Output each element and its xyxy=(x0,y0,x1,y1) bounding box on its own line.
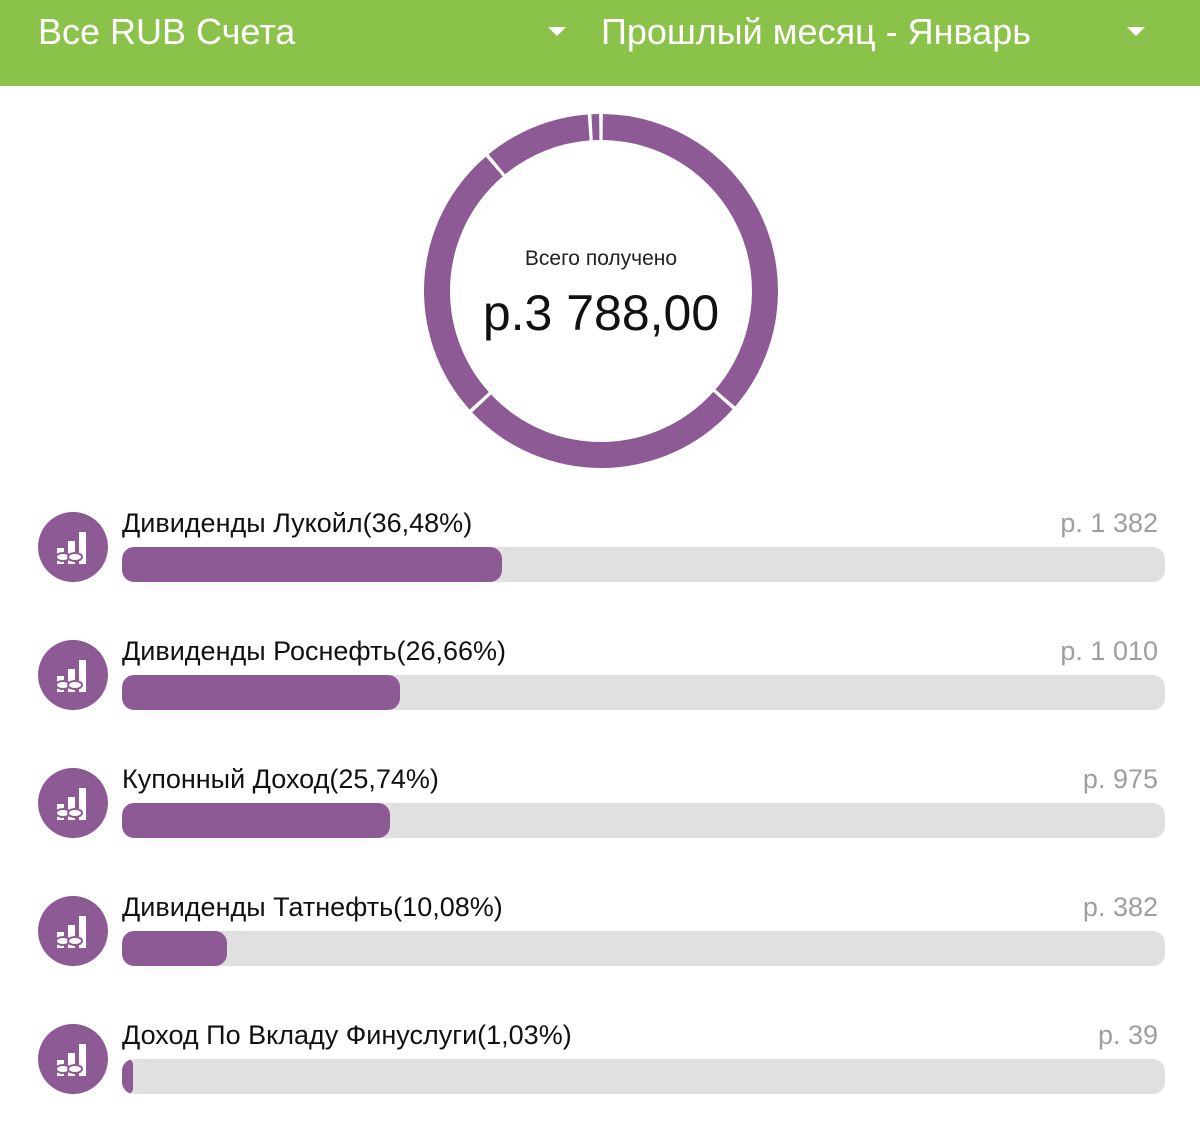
category-progress-fill xyxy=(122,547,502,582)
category-progress-track xyxy=(122,803,1165,838)
period-dropdown-label: Прошлый месяц - Январь xyxy=(601,11,1032,52)
chevron-down-icon xyxy=(548,27,566,36)
total-received-label: Всего получено xyxy=(524,247,678,270)
category-progress-track xyxy=(122,675,1165,710)
category-progress-track xyxy=(122,547,1165,582)
category-progress-fill xyxy=(122,1059,133,1094)
category-row[interactable]: Доход По Вкладу Финуслуги(1,03%) р. 39 xyxy=(0,1012,1200,1140)
donut-center: Всего получено р.3 788,00 xyxy=(424,114,778,468)
income-donut-chart[interactable]: Всего получено р.3 788,00 xyxy=(424,114,778,468)
category-name: Купонный Доход(25,74%) xyxy=(122,764,439,794)
period-dropdown[interactable]: Прошлый месяц - Январь xyxy=(601,0,1157,64)
top-bar: Все RUB Счета Прошлый месяц - Январь xyxy=(0,0,1200,86)
category-amount: р. 382 xyxy=(1082,892,1158,922)
category-row[interactable]: Купонный Доход(25,74%) р. 975 xyxy=(0,756,1200,884)
category-progress-track xyxy=(122,1059,1165,1094)
category-amount: р. 39 xyxy=(1097,1020,1158,1050)
accounts-dropdown[interactable]: Все RUB Счета xyxy=(38,0,578,64)
income-chart-icon xyxy=(38,512,108,582)
category-progress-fill xyxy=(122,931,227,966)
category-name: Дивиденды Лукойл(36,48%) xyxy=(122,508,473,538)
category-list: Дивиденды Лукойл(36,48%) р. 1 382 Дивиде… xyxy=(0,500,1200,1140)
category-name: Дивиденды Роснефть(26,66%) xyxy=(122,636,507,666)
category-amount: р. 975 xyxy=(1082,764,1158,794)
category-progress-track xyxy=(122,931,1165,966)
category-amount: р. 1 382 xyxy=(1060,508,1158,538)
chevron-down-icon xyxy=(1127,27,1145,36)
total-received-value: р.3 788,00 xyxy=(482,285,720,341)
category-progress-fill xyxy=(122,675,400,710)
category-progress-fill xyxy=(122,803,390,838)
income-chart-icon xyxy=(38,896,108,966)
income-chart-icon xyxy=(38,1024,108,1094)
category-amount: р. 1 010 xyxy=(1060,636,1158,666)
category-row[interactable]: Дивиденды Татнефть(10,08%) р. 382 xyxy=(0,884,1200,1012)
category-row[interactable]: Дивиденды Лукойл(36,48%) р. 1 382 xyxy=(0,500,1200,628)
category-name: Дивиденды Татнефть(10,08%) xyxy=(122,892,503,922)
income-chart-icon xyxy=(38,640,108,710)
category-row[interactable]: Дивиденды Роснефть(26,66%) р. 1 010 xyxy=(0,628,1200,756)
category-name: Доход По Вкладу Финуслуги(1,03%) xyxy=(122,1020,572,1050)
accounts-dropdown-label: Все RUB Счета xyxy=(38,11,296,52)
income-chart-icon xyxy=(38,768,108,838)
